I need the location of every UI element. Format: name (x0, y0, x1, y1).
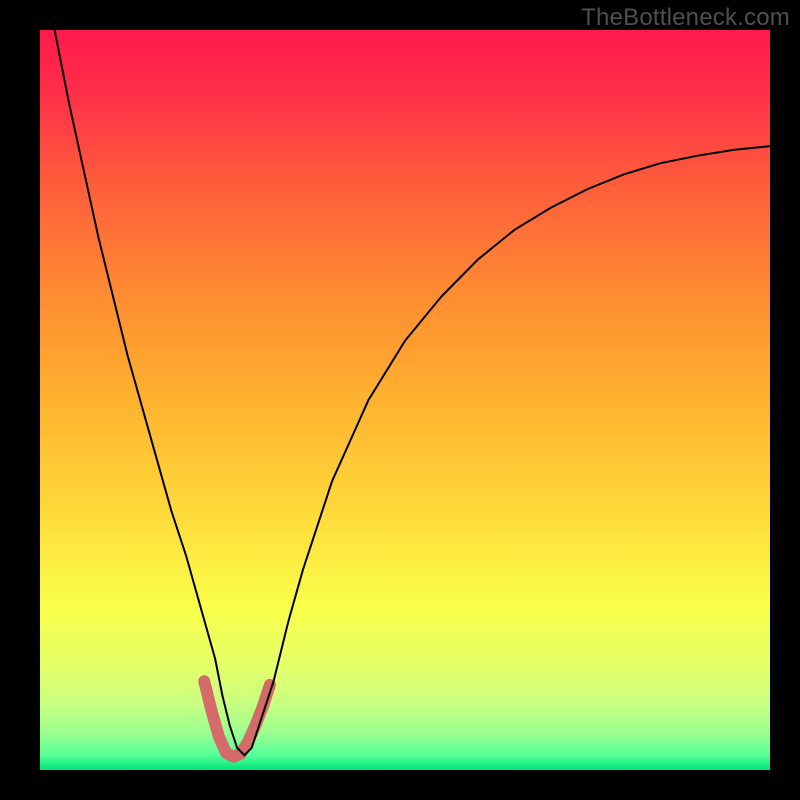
watermark-text: TheBottleneck.com (581, 4, 790, 32)
plot-area (40, 30, 770, 770)
chart-frame: TheBottleneck.com (0, 0, 800, 800)
bottleneck-curve-path (40, 30, 770, 755)
curve-layer (40, 30, 770, 770)
